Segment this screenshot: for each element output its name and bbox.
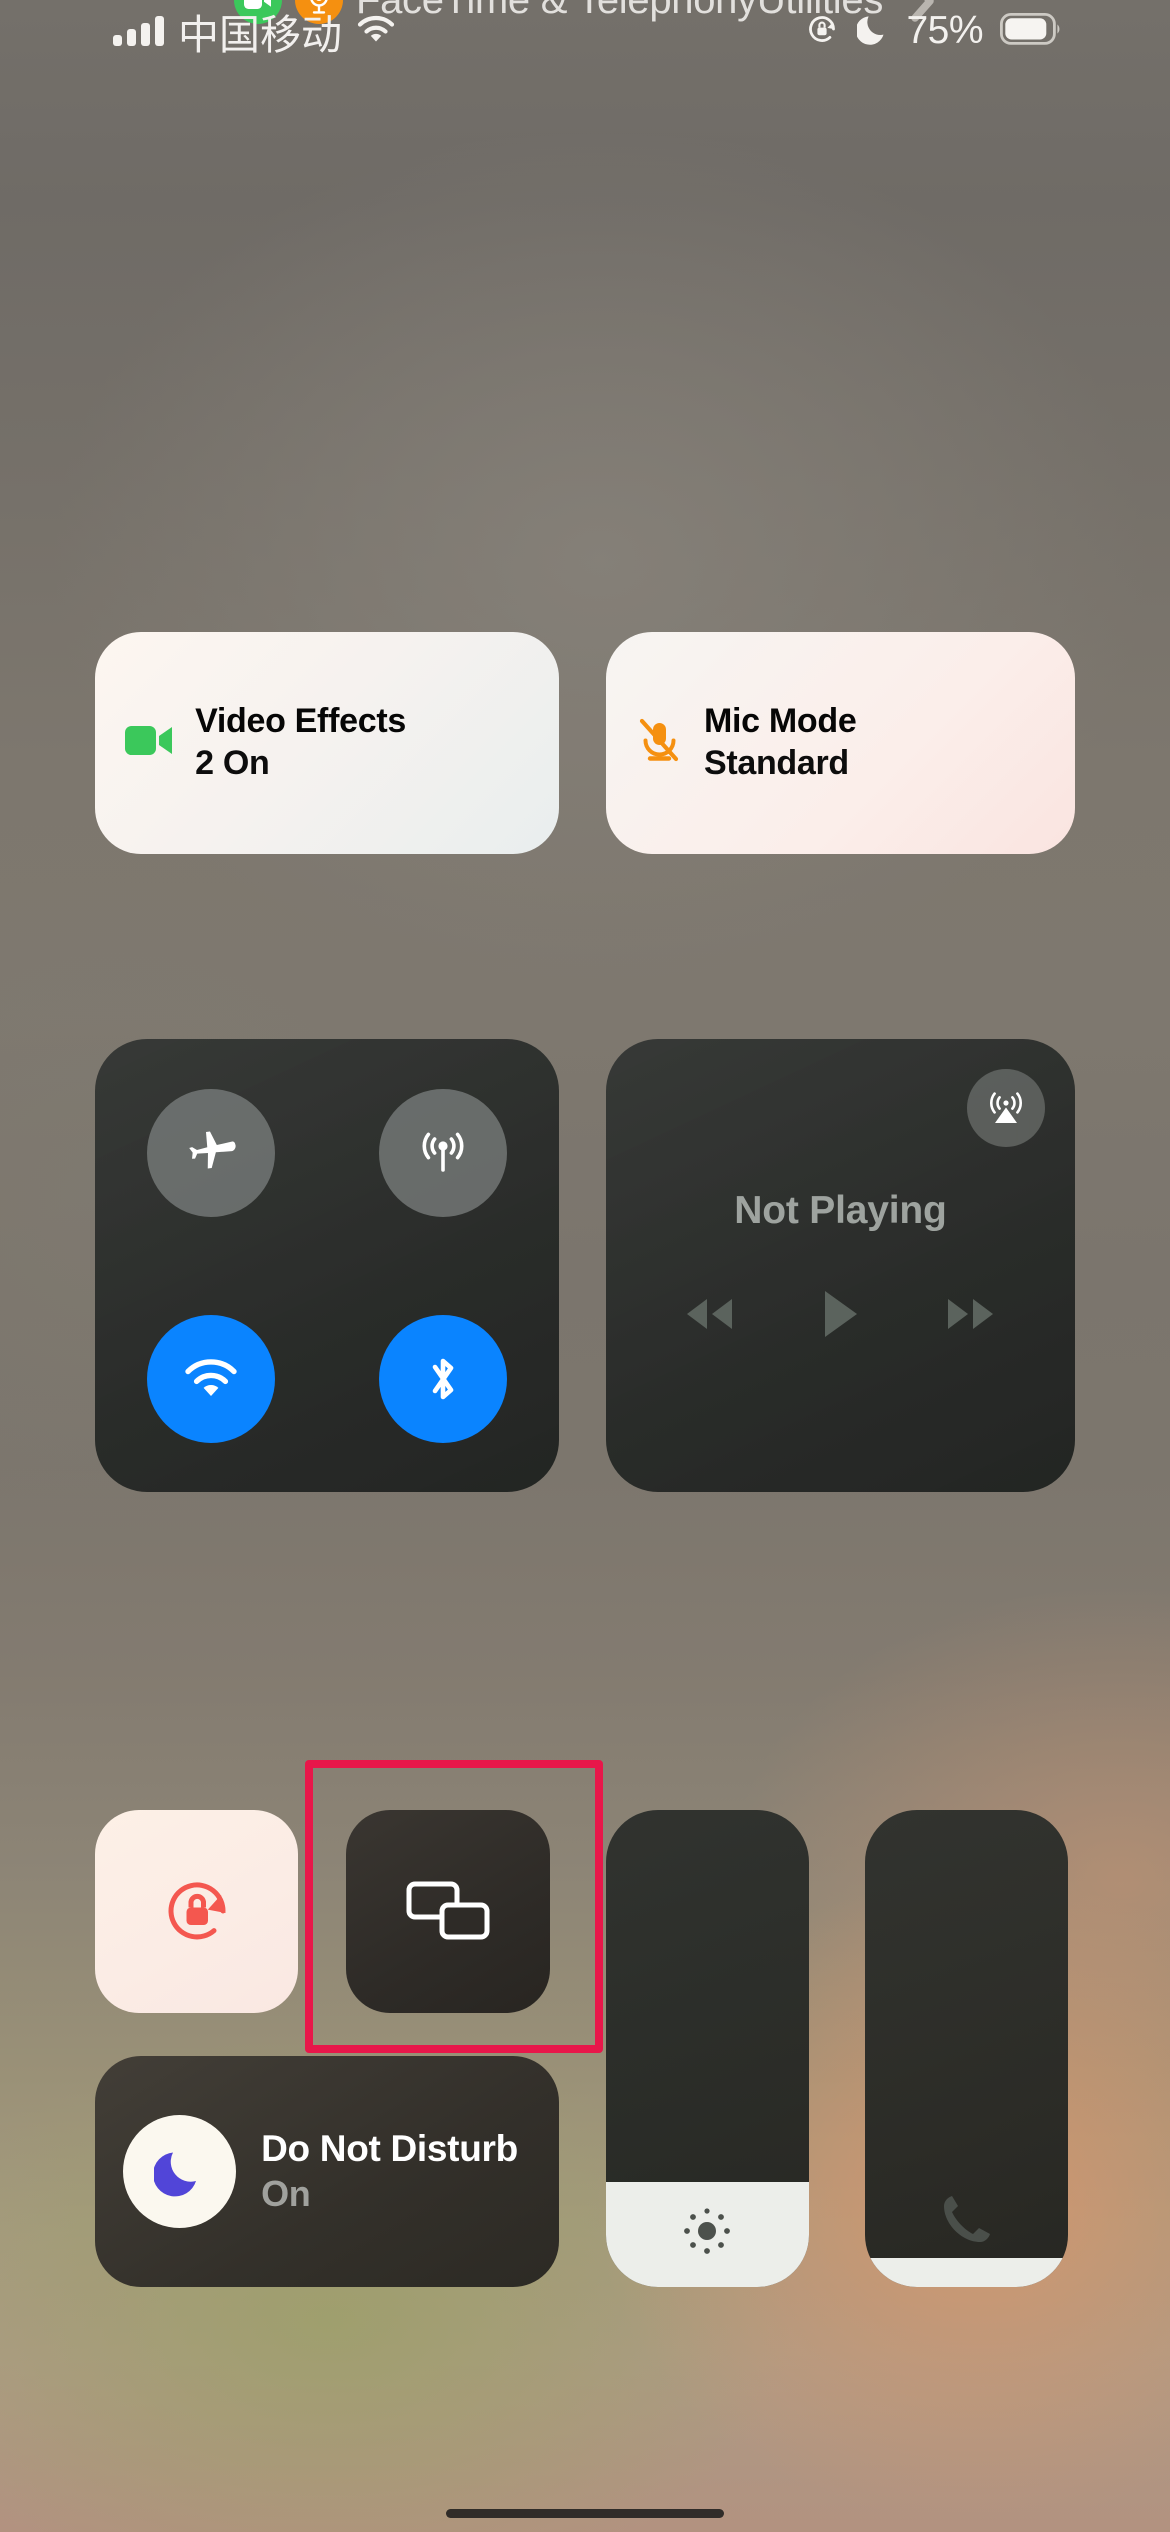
microphone-slash-icon xyxy=(636,717,682,768)
bluetooth-button[interactable] xyxy=(379,1315,508,1444)
wifi-icon xyxy=(356,14,396,49)
brightness-slider[interactable] xyxy=(605,1809,809,2287)
cellular-bars-icon xyxy=(113,16,164,46)
rewind-button[interactable] xyxy=(678,1293,740,1340)
do-not-disturb-text: Do Not Disturb On xyxy=(261,2127,518,2216)
moon-icon xyxy=(123,2115,237,2229)
now-playing-label: Not Playing xyxy=(734,1189,947,1233)
video-camera-icon xyxy=(125,724,173,762)
brightness-icon xyxy=(606,2201,809,2261)
play-button[interactable] xyxy=(817,1287,863,1346)
rotation-lock-icon xyxy=(804,11,840,52)
do-not-disturb-button[interactable]: Do Not Disturb On xyxy=(95,2056,560,2287)
do-not-disturb-title: Do Not Disturb xyxy=(261,2127,518,2169)
control-center-screen: FaceTime & TelephonyUtilities 中国移动 xyxy=(0,0,1170,2532)
fast-forward-button[interactable] xyxy=(940,1293,1002,1340)
status-bar-left: 中国移动 xyxy=(113,0,396,62)
volume-slider[interactable] xyxy=(865,1809,1069,2287)
media-transport-controls xyxy=(606,1287,1075,1346)
wifi-button[interactable] xyxy=(147,1315,276,1444)
airplay-audio-button[interactable] xyxy=(966,1069,1045,1148)
mic-mode-subtitle: Standard xyxy=(703,743,849,782)
mic-mode-card[interactable]: Mic Mode Standard xyxy=(605,631,1075,855)
video-effects-card[interactable]: Video Effects 2 On xyxy=(95,631,560,855)
battery-percent-label: 75% xyxy=(906,9,983,52)
video-effects-subtitle: 2 On xyxy=(195,743,270,782)
phone-handset-icon xyxy=(865,2191,1068,2247)
battery-icon xyxy=(999,12,1062,50)
volume-slider-fill xyxy=(865,2258,1069,2287)
selection-highlight-box xyxy=(304,1759,603,2054)
airplane-mode-button[interactable] xyxy=(147,1088,276,1217)
mic-mode-title: Mic Mode xyxy=(703,702,857,741)
media-player-module: Not Playing xyxy=(605,1039,1075,1493)
moon-icon xyxy=(856,12,889,51)
mic-mode-text: Mic Mode Standard xyxy=(704,701,857,784)
connectivity-module xyxy=(95,1039,560,1493)
video-effects-text: Video Effects 2 On xyxy=(195,701,406,784)
video-effects-title: Video Effects xyxy=(195,702,406,741)
home-indicator xyxy=(446,2509,724,2518)
cellular-data-button[interactable] xyxy=(379,1088,508,1217)
do-not-disturb-status: On xyxy=(261,2173,311,2215)
carrier-label: 中国移动 xyxy=(178,12,342,58)
rotation-lock-button[interactable] xyxy=(95,1809,299,2013)
status-bar-right: 75% xyxy=(804,0,1062,62)
